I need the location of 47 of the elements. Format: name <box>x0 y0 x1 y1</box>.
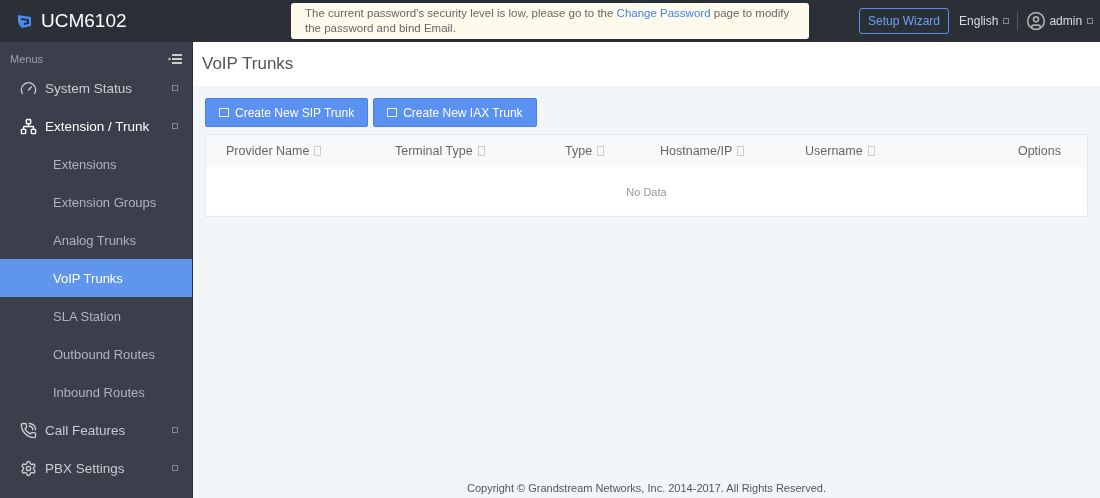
expand-icon <box>172 85 178 91</box>
expand-icon <box>172 465 178 471</box>
page-title: VoIP Trunks <box>202 54 294 74</box>
language-menu[interactable]: English <box>959 14 999 28</box>
dropdown-icon <box>1003 18 1010 24</box>
column-header[interactable]: Username <box>805 144 960 158</box>
sidebar-group[interactable]: Extension / Trunk <box>0 107 192 145</box>
collapse-menu-icon[interactable] <box>168 54 182 64</box>
expand-icon <box>172 123 178 129</box>
gauge-icon <box>20 79 37 97</box>
sidebar-item[interactable]: Outbound Routes <box>0 335 192 373</box>
sort-icon <box>314 146 322 156</box>
sidebar-item[interactable]: VoIP Trunks <box>0 259 192 297</box>
sort-icon <box>477 146 485 156</box>
gear-icon <box>20 459 37 477</box>
sort-icon <box>737 146 745 156</box>
setup-wizard-button[interactable]: Setup Wizard <box>859 8 950 34</box>
dropdown-icon <box>1087 18 1094 24</box>
change-password-link[interactable]: Change Password <box>616 7 711 19</box>
column-header: Options <box>1016 144 1062 158</box>
column-header[interactable]: Terminal Type <box>395 144 565 158</box>
avatar-icon <box>1026 11 1047 31</box>
create-trunk-button[interactable]: Create New SIP Trunk <box>205 98 369 127</box>
user-menu[interactable]: admin <box>1049 14 1083 28</box>
sidebar-item[interactable]: Analog Trunks <box>0 221 192 259</box>
sidebar-group[interactable]: PBX Settings <box>0 449 192 487</box>
menus-label: Menus <box>10 53 44 65</box>
security-notice: The current password's security level is low, please go to the Change Password page to modify the password and bind Email. <box>291 3 809 39</box>
column-header[interactable]: Type <box>565 144 660 158</box>
sidebar-group[interactable]: Call Features <box>0 411 192 449</box>
column-header[interactable]: Provider Name <box>226 144 395 158</box>
copyright: Copyright © Grandstream Networks, Inc. 2014-2017. All Rights Reserved. <box>466 482 826 494</box>
column-header[interactable]: Hostname/IP <box>660 144 805 158</box>
sidebar-item[interactable]: Extensions <box>0 145 192 183</box>
sidebar-item[interactable]: SLA Station <box>0 297 192 335</box>
sidebar-group[interactable]: System Status <box>0 69 192 107</box>
create-trunk-button[interactable]: Create New IAX Trunk <box>373 98 537 127</box>
expand-icon <box>172 427 178 433</box>
sidebar-item[interactable]: Extension Groups <box>0 183 192 221</box>
product-name: UCM6102 <box>41 10 128 32</box>
sitemap-icon <box>20 117 37 135</box>
sort-icon <box>597 146 605 156</box>
sort-icon <box>867 146 875 156</box>
phone-icon <box>20 421 37 439</box>
empty-message: No Data <box>626 185 667 198</box>
logo-icon <box>16 12 33 30</box>
sidebar-item[interactable]: Inbound Routes <box>0 373 192 411</box>
